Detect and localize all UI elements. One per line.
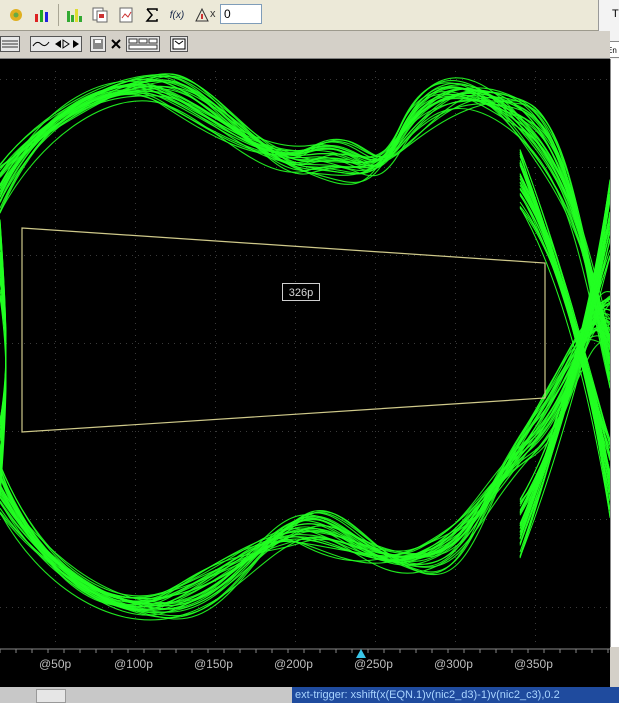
eye-traces <box>0 73 610 621</box>
status-bar: ext-trigger: xshift(x(EQN.1)v(nic2_d3)-1… <box>292 687 619 703</box>
main-toolbar: f(x) x <box>0 0 600 31</box>
layout-icon[interactable] <box>126 36 160 52</box>
sum-icon[interactable] <box>142 5 162 25</box>
grid-icon[interactable] <box>0 36 20 52</box>
histogram-icon[interactable] <box>64 5 84 25</box>
lower-trace <box>0 326 610 612</box>
x-label: x <box>210 8 216 20</box>
x-tick-label: @350p <box>514 657 553 671</box>
expand-icon[interactable] <box>170 36 188 52</box>
x-tick-label: @250p <box>354 657 393 671</box>
upper-trace <box>0 85 610 376</box>
x-tick-label: @100p <box>114 657 153 671</box>
upper-trace <box>0 87 610 344</box>
eye-diagram-plot[interactable] <box>0 59 610 647</box>
zoom-controls[interactable] <box>30 36 82 52</box>
x-value-input[interactable] <box>220 4 262 24</box>
wizard-icon[interactable] <box>6 5 26 25</box>
lower-trace <box>0 308 610 613</box>
lower-trace <box>0 298 610 610</box>
crossing-trace <box>519 194 610 511</box>
x-tick-label: @200p <box>274 657 313 671</box>
paste-plot-icon[interactable] <box>116 5 136 25</box>
copy-plot-icon[interactable] <box>90 5 110 25</box>
eye-mask <box>21 227 546 433</box>
function-icon[interactable]: f(x) <box>166 5 188 25</box>
eye-width-annotation: 326p <box>282 283 320 301</box>
plot-toolbar <box>0 31 610 59</box>
crossing-trace <box>519 195 610 501</box>
trigger-marker[interactable] <box>356 649 366 658</box>
lower-trace <box>0 330 610 616</box>
scrollbar-thumb[interactable] <box>36 689 66 703</box>
crossing-trace <box>519 197 610 514</box>
save-icon[interactable] <box>90 36 106 52</box>
grid <box>0 71 607 642</box>
crossing-trace <box>519 188 610 507</box>
upper-trace <box>0 100 610 381</box>
x-axis: @50p @100p @150p @200p @250p @300p @350p <box>0 647 610 687</box>
upper-trace <box>0 86 610 344</box>
bar-chart-icon[interactable] <box>32 5 52 25</box>
crossing-trace <box>519 207 610 518</box>
upper-trace <box>0 81 610 381</box>
x-tick-label: @150p <box>194 657 233 671</box>
lower-trace <box>0 329 610 610</box>
lower-trace <box>0 339 610 621</box>
close-icon[interactable] <box>108 36 124 52</box>
upper-trace <box>0 93 610 387</box>
crossing-trace <box>519 196 610 513</box>
x-tick-label: @50p <box>39 657 72 671</box>
lower-trace <box>0 339 610 607</box>
zoom-arrows-icon <box>32 39 79 49</box>
plot-right-frame <box>610 59 619 647</box>
measure-icon[interactable] <box>192 5 212 25</box>
crossing-trace <box>519 197 610 514</box>
side-panel-title: T <box>612 8 619 20</box>
upper-trace <box>0 73 610 388</box>
x-tick-label: @300p <box>434 657 473 671</box>
eye-diagram-canvas <box>0 71 610 642</box>
lower-trace <box>0 317 610 602</box>
upper-trace <box>0 92 610 363</box>
function-label: f(x) <box>169 9 185 21</box>
